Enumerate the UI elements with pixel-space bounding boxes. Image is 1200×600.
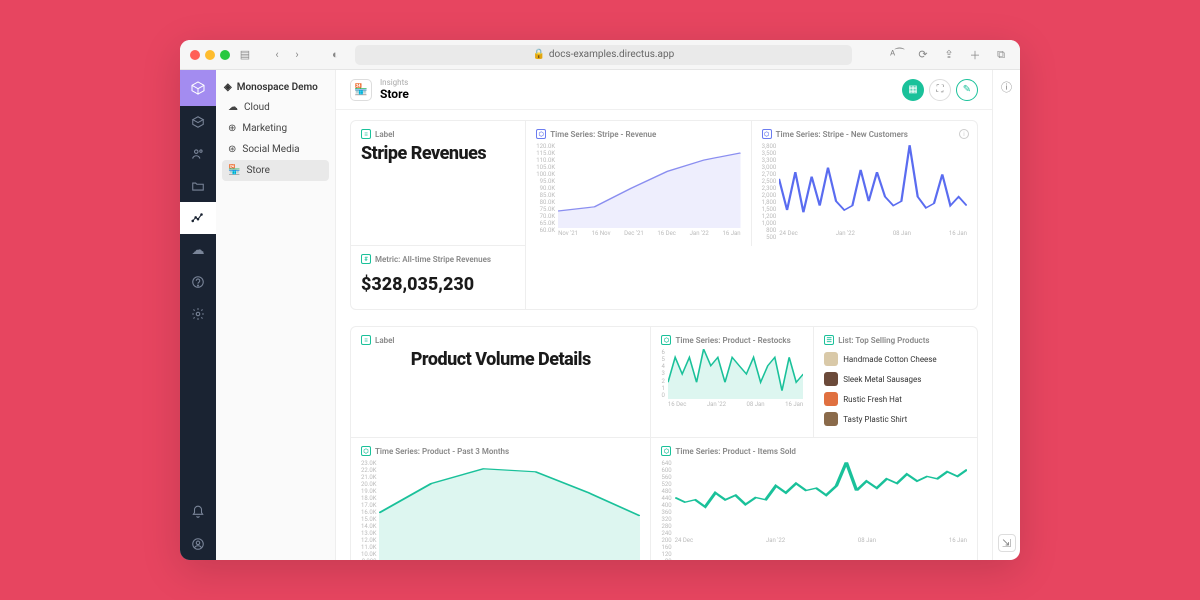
- page-title: Store: [380, 87, 409, 101]
- chart-badge-icon: ⬡: [661, 446, 671, 456]
- nav-item-marketing[interactable]: ⊕ Marketing: [222, 118, 329, 139]
- diamond-icon: ◈: [224, 82, 232, 93]
- chart-badge-icon: ⬡: [361, 446, 371, 456]
- chart-badge-icon: ⬡: [762, 129, 772, 139]
- browser-chrome: ▤ ‹ › ◐ 🔒 docs-examples.directus.app ᴬ⁀ …: [180, 40, 1020, 70]
- nav-sidebar: ◈ Monospace Demo ☁ Cloud ⊕ Marketing ⊛ S…: [216, 70, 336, 560]
- panel-stripe-label: ≡Label Stripe Revenues: [351, 121, 526, 246]
- tabs-icon[interactable]: ⧉: [992, 46, 1010, 64]
- chart-product-3mo: 23.0K22.0K21.0K20.0K19.0K18.0K17.0K16.0K…: [361, 460, 640, 560]
- product-group: ≡Label Product Volume Details ⬡Time Seri…: [350, 326, 978, 560]
- rail-insights[interactable]: [180, 202, 216, 234]
- rail-content[interactable]: [180, 106, 216, 138]
- stripe-metric-value: $328,035,230: [361, 268, 515, 301]
- label-badge-icon: ≡: [361, 129, 371, 139]
- app-logo[interactable]: [180, 70, 216, 106]
- target-icon: ⊕: [228, 123, 236, 134]
- panel-product-restocks: ⬡Time Series: Product - Restocks 6543210…: [651, 327, 814, 438]
- label-badge-icon: ≡: [361, 335, 371, 345]
- edit-button[interactable]: ✎: [956, 79, 978, 101]
- main-content: 🏪 Insights Store ▦ ⛶ ✎ ≡Label: [336, 70, 992, 560]
- export-icon[interactable]: ⇲: [998, 534, 1016, 552]
- breadcrumb: Insights: [380, 78, 409, 87]
- lock-icon: 🔒: [532, 49, 544, 60]
- translate-icon[interactable]: ᴬ⁀: [888, 46, 906, 64]
- rail-settings[interactable]: [180, 298, 216, 330]
- stripe-label-text: Stripe Revenues: [361, 143, 515, 164]
- address-bar[interactable]: 🔒 docs-examples.directus.app: [355, 45, 852, 65]
- globe-icon: ⊛: [228, 144, 236, 155]
- panel-product-3mo: ⬡Time Series: Product - Past 3 Months 23…: [351, 438, 651, 560]
- panel-product-sold: ⬡Time Series: Product - Items Sold 64060…: [651, 438, 977, 560]
- chart-product-sold: 6406005605204804404003603202802402001601…: [661, 460, 967, 545]
- rail-files[interactable]: [180, 170, 216, 202]
- chart-badge-icon: ⬡: [661, 335, 671, 345]
- rail-cloud[interactable]: ☁: [180, 234, 216, 266]
- fullscreen-button[interactable]: ⛶: [929, 79, 951, 101]
- nav-item-cloud[interactable]: ☁ Cloud: [222, 97, 329, 118]
- newtab-icon[interactable]: ＋: [966, 46, 984, 64]
- stripe-group: ≡Label Stripe Revenues ⬡Time Series: Str…: [350, 120, 978, 310]
- rail-notifications[interactable]: [180, 496, 216, 528]
- traffic-lights: [190, 50, 230, 60]
- list-item[interactable]: Handmade Cotton Cheese: [824, 349, 967, 369]
- workspace-name[interactable]: ◈ Monospace Demo: [222, 78, 329, 97]
- rail-account[interactable]: [180, 528, 216, 560]
- store-icon: 🏪: [350, 79, 372, 101]
- product-label-text: Product Volume Details: [361, 349, 640, 370]
- metric-badge-icon: #: [361, 254, 371, 264]
- panel-stripe-metric: #Metric: All-time Stripe Revenues $328,0…: [351, 246, 526, 309]
- panel-product-label: ≡Label Product Volume Details: [351, 327, 651, 438]
- panel-stripe-revenue: ⬡Time Series: Stripe - Revenue 120.0K115…: [526, 121, 751, 246]
- rail-help[interactable]: [180, 266, 216, 298]
- back-icon[interactable]: ‹: [268, 46, 286, 64]
- reload-icon[interactable]: ⟳: [914, 46, 932, 64]
- shield-icon[interactable]: ◐: [332, 48, 339, 61]
- list-item[interactable]: Tasty Plastic Shirt: [824, 409, 967, 429]
- chart-product-restocks: 6543210 16 DecJan '2208 Jan16 Jan: [661, 349, 803, 409]
- sidebar-toggle-icon[interactable]: ▤: [236, 46, 254, 64]
- maximize-dot[interactable]: [220, 50, 230, 60]
- browser-window: ▤ ‹ › ◐ 🔒 docs-examples.directus.app ᴬ⁀ …: [180, 40, 1020, 560]
- chart-stripe-customers: 3,8003,5003,3003,0002,7002,5002,3002,000…: [762, 143, 967, 238]
- info-icon[interactable]: ⓘ: [998, 78, 1016, 96]
- url-text: docs-examples.directus.app: [549, 49, 674, 60]
- store-icon: 🏪: [228, 165, 240, 176]
- list-badge-icon: ☰: [824, 335, 834, 345]
- module-rail: ☁: [180, 70, 216, 560]
- panel-top-products: ☰List: Top Selling Products Handmade Cot…: [814, 327, 977, 438]
- chart-badge-icon: ⬡: [536, 129, 546, 139]
- info-icon[interactable]: i: [959, 129, 969, 139]
- close-dot[interactable]: [190, 50, 200, 60]
- panel-stripe-customers: ⬡Time Series: Stripe - New Customers i 3…: [752, 121, 977, 246]
- right-rail: ⓘ ⇲: [992, 70, 1020, 560]
- page-header: 🏪 Insights Store ▦ ⛶ ✎: [336, 70, 992, 110]
- forward-icon[interactable]: ›: [288, 46, 306, 64]
- product-list: Handmade Cotton CheeseSleek Metal Sausag…: [824, 349, 967, 429]
- nav-item-social[interactable]: ⊛ Social Media: [222, 139, 329, 160]
- rail-users[interactable]: [180, 138, 216, 170]
- share-icon[interactable]: ⇪: [940, 46, 958, 64]
- add-panel-button[interactable]: ▦: [902, 79, 924, 101]
- nav-item-store[interactable]: 🏪 Store: [222, 160, 329, 181]
- cloud-icon: ☁: [228, 102, 238, 113]
- list-item[interactable]: Rustic Fresh Hat: [824, 389, 967, 409]
- chart-stripe-revenue: 120.0K115.0K110.0K105.0K100.0K95.0K90.0K…: [536, 143, 740, 238]
- list-item[interactable]: Sleek Metal Sausages: [824, 369, 967, 389]
- minimize-dot[interactable]: [205, 50, 215, 60]
